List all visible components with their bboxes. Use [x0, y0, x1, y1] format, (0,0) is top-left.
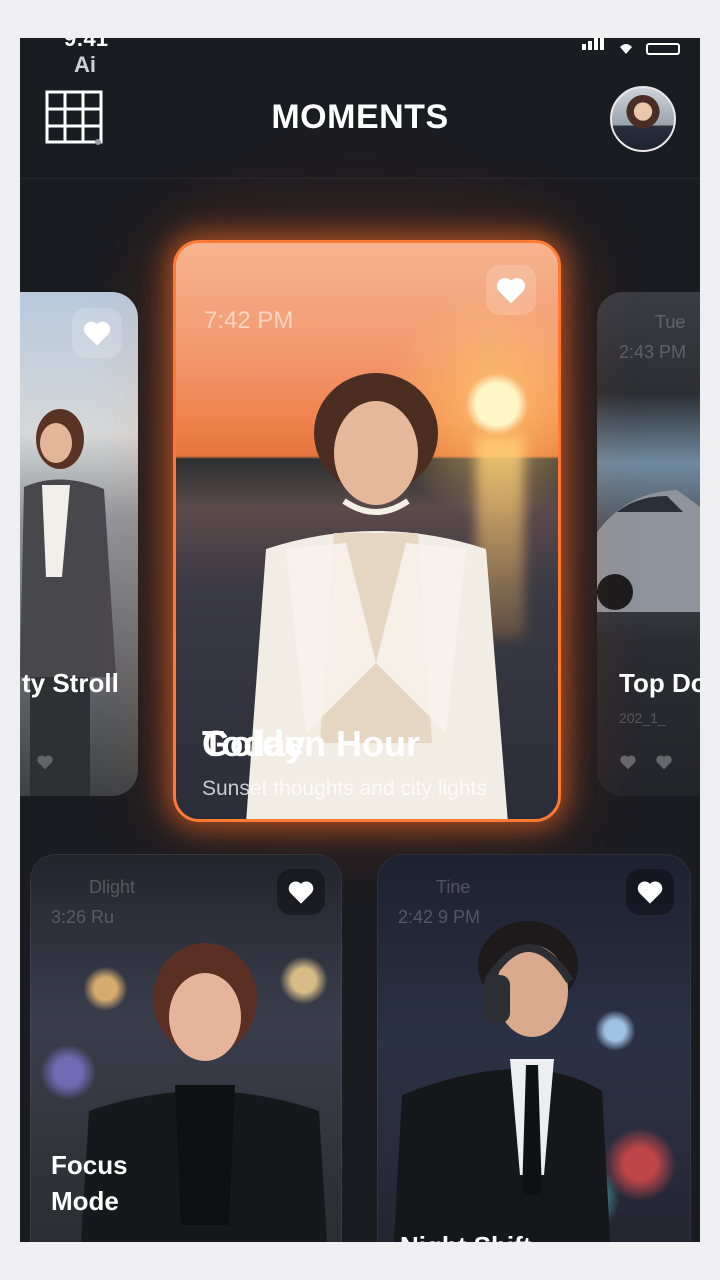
favorite-button[interactable]: [72, 308, 122, 358]
card-time: 7:42 PM: [204, 307, 294, 334]
card-title: Night Shift: [400, 1231, 531, 1242]
status-time: 9:41: [64, 38, 109, 51]
favorite-button[interactable]: [277, 869, 325, 915]
person-photo: [20, 409, 116, 796]
card-weather-tag: Tine: [436, 877, 471, 897]
card-time: 2:43 PM: [619, 342, 687, 362]
heart-icon: [496, 277, 526, 304]
moment-card-city-stroll[interactable]: ty Stroll: [20, 292, 138, 796]
profile-avatar[interactable]: [610, 86, 676, 152]
card-date: 202_1_: [619, 710, 666, 726]
moment-card-golden-hour[interactable]: Today 7:42 PM Golden Hour Sunset thought…: [173, 240, 561, 822]
ai-badge: Ai: [74, 52, 96, 77]
card-weather-tag: Tue: [655, 312, 686, 332]
card-reactions: [36, 754, 54, 770]
battery-icon: [646, 43, 680, 55]
app-screen: 9:41 Ai MOMENTS ty Stroll Tue 2:43 PM To…: [20, 38, 700, 1242]
card-weather-tag: Dlight: [89, 877, 136, 897]
person-photo: [393, 921, 611, 1242]
moment-card-focus-mode[interactable]: Dlight 3:26 Ru Focus Mode: [30, 854, 342, 1242]
card-subtitle: Sunset thoughts and city lights: [202, 777, 487, 800]
heart-icon: [288, 881, 314, 904]
moment-card-night-shift[interactable]: Tine 2:42 9 PM Night Shift: [377, 854, 691, 1242]
moment-card-top-down[interactable]: Tue 2:43 PM Top Do 202_1_: [597, 292, 700, 796]
card-reactions: [619, 754, 673, 770]
heart-icon: [656, 755, 672, 770]
card-time: 2:42 9 PM: [398, 907, 481, 927]
header-divider: [20, 178, 700, 179]
card-time: 3:26 Ru: [51, 907, 115, 927]
card-title: ty Stroll: [22, 668, 119, 698]
heart-icon: [620, 755, 636, 770]
favorite-button[interactable]: [626, 869, 674, 915]
card-title: Focus Mode: [51, 1150, 128, 1216]
heart-icon: [83, 321, 111, 346]
car-photo: [597, 490, 700, 612]
favorite-button[interactable]: [486, 265, 536, 315]
page-title: MOMENTS: [271, 98, 449, 136]
heart-icon: [637, 881, 663, 904]
signal-icon: [582, 38, 606, 55]
status-icons: [582, 38, 680, 55]
wifi-icon: [620, 44, 632, 54]
card-title: Top Do: [619, 668, 700, 698]
heart-icon: [37, 755, 53, 770]
card-title: Golden Hour: [202, 723, 420, 764]
